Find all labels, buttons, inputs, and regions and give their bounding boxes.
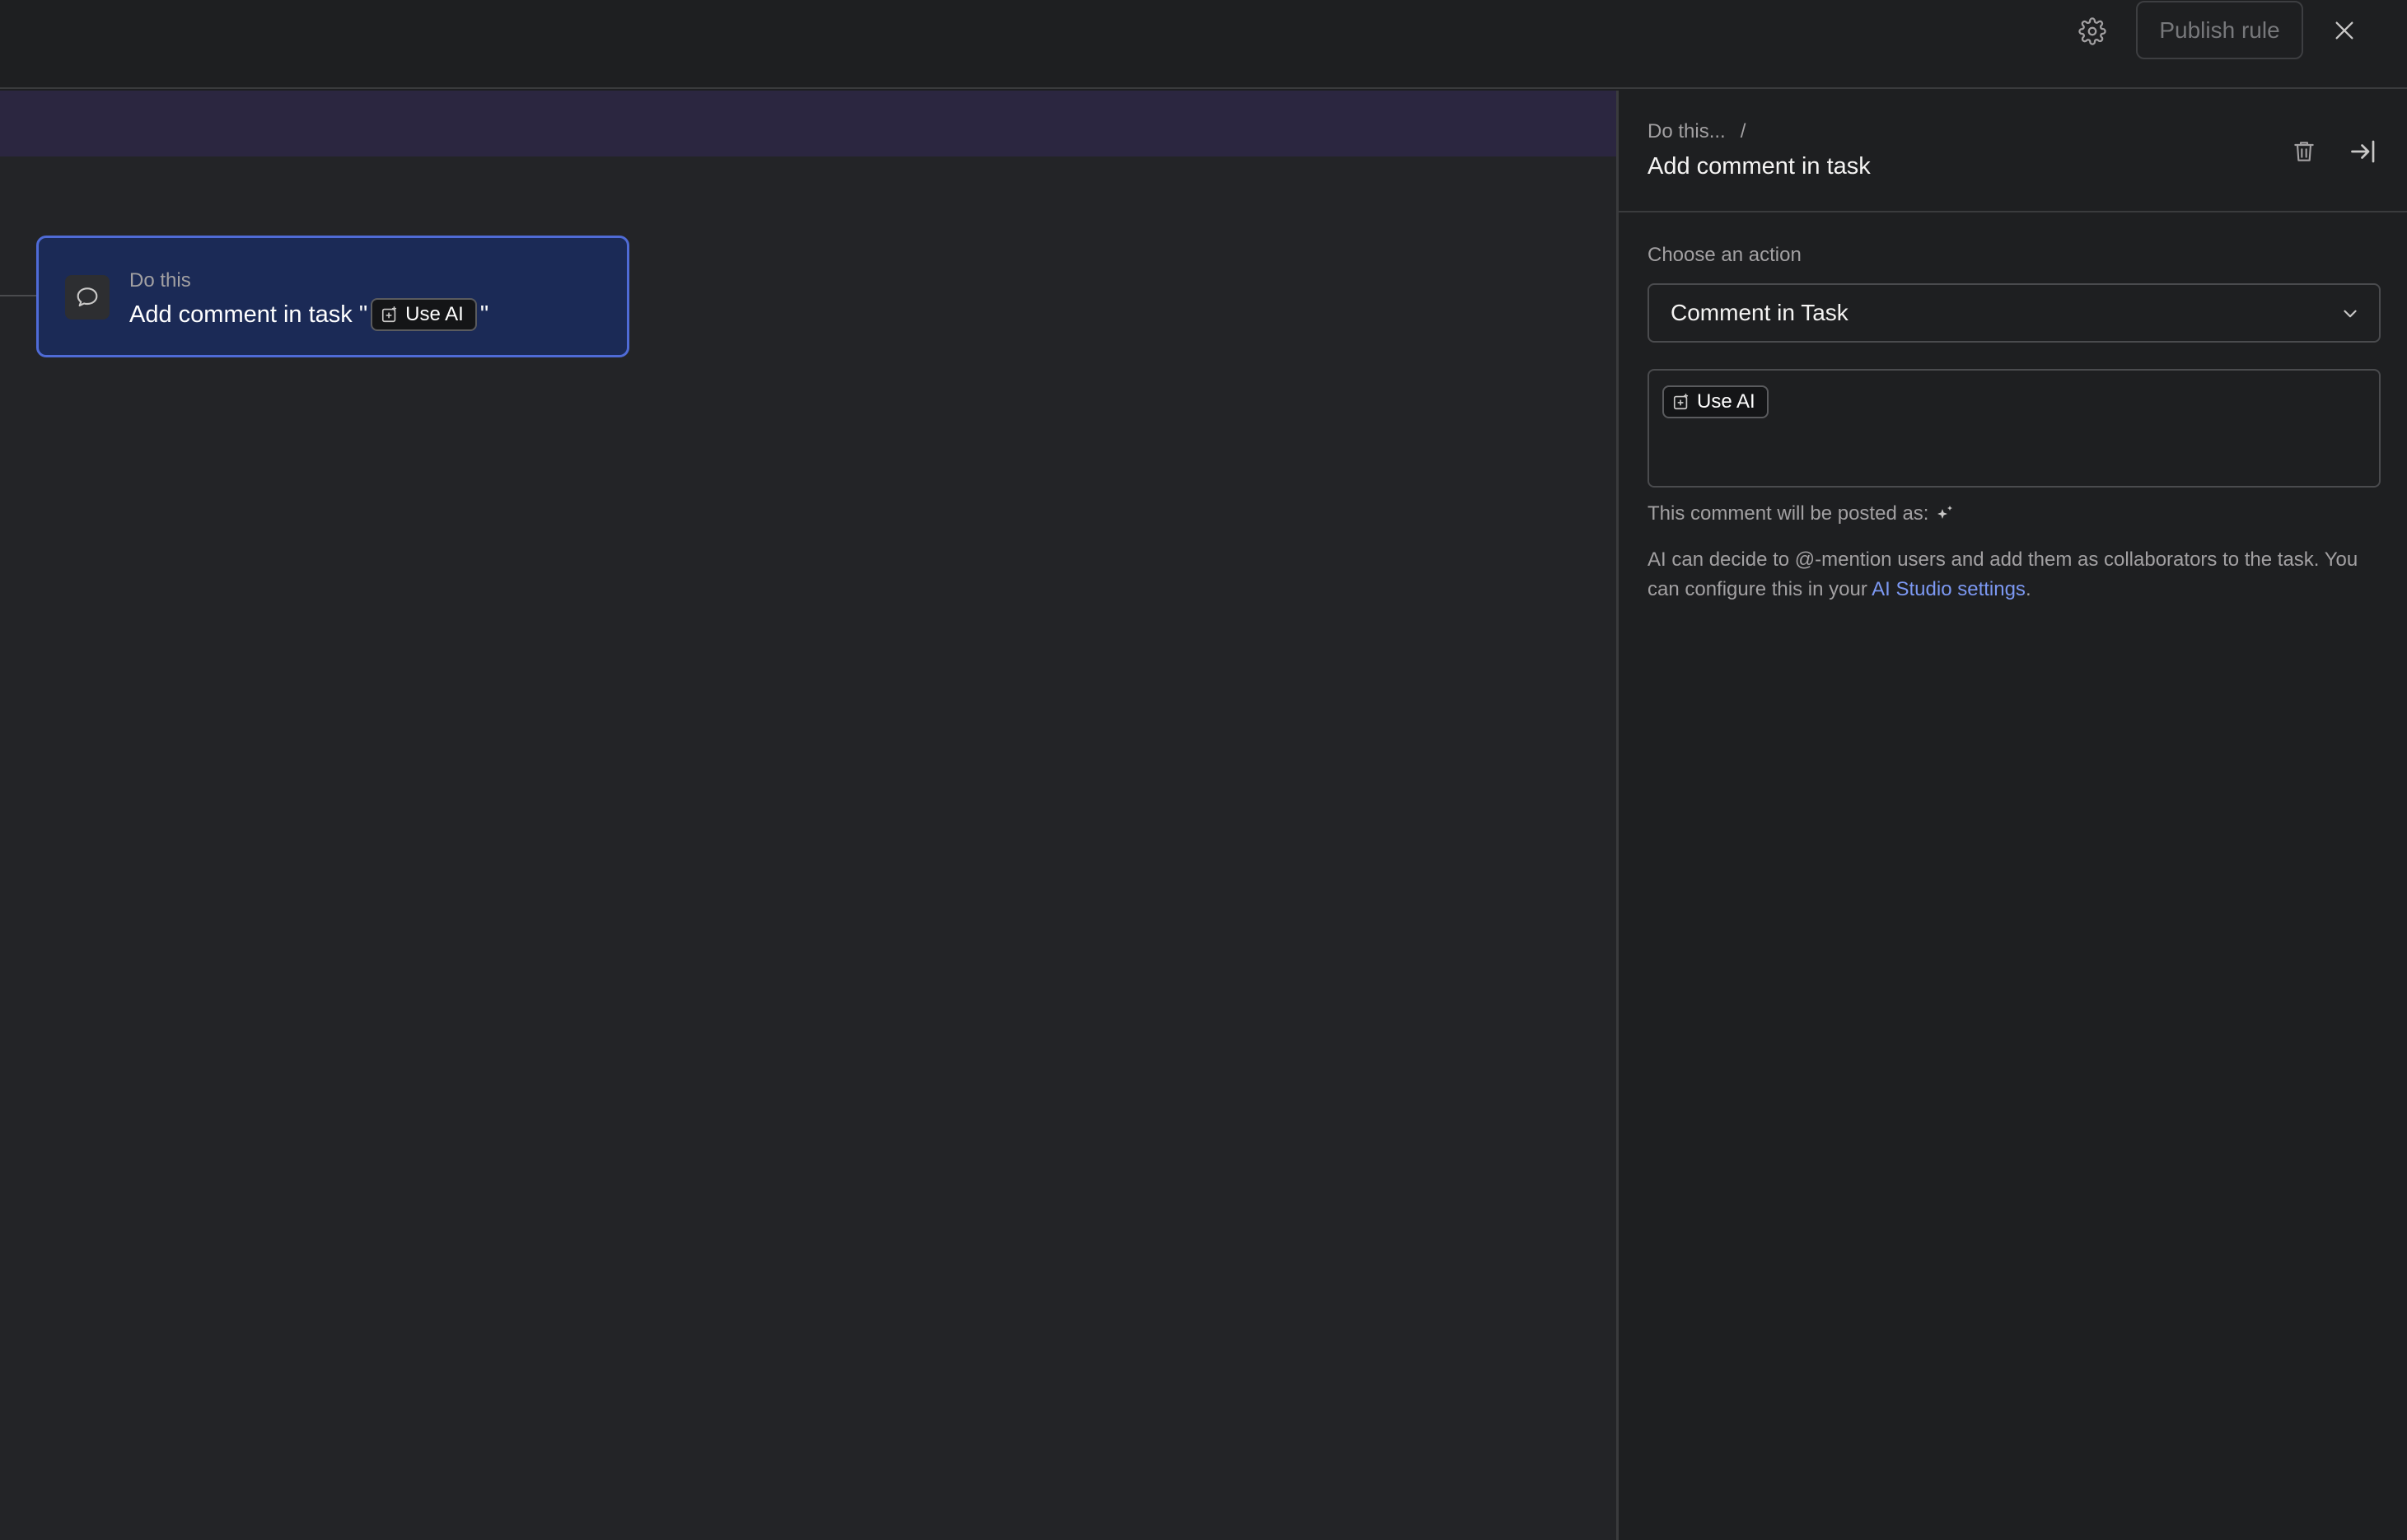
canvas-banner: [0, 91, 1616, 156]
breadcrumb-separator: /: [1740, 120, 1746, 142]
comment-editor[interactable]: Use AI: [1648, 369, 2381, 488]
chevron-down-icon: [2344, 310, 2357, 318]
trash-icon: [2294, 142, 2314, 161]
settings-button[interactable]: [2073, 13, 2112, 49]
panel-header: Do this... / Add comment in task: [1619, 91, 2407, 212]
collapse-panel-button[interactable]: [2344, 132, 2383, 171]
node-kicker: Do this: [129, 269, 191, 292]
ai-note-end: .: [2025, 578, 2031, 600]
gear-icon: [2078, 17, 2106, 45]
rule-editor: Publish rule Do this Add comment in task…: [0, 0, 2407, 1540]
collapse-right-icon: [2351, 140, 2375, 163]
node-title: Add comment in task " Use AI ": [129, 296, 488, 334]
top-bar: Publish rule: [0, 0, 2407, 89]
use-ai-chip: Use AI: [371, 298, 477, 331]
ai-insert-icon: [382, 306, 397, 323]
ai-mention-note: AI can decide to @-mention users and add…: [1648, 545, 2381, 604]
rule-canvas[interactable]: Do this Add comment in task " Use AI ": [0, 91, 1616, 1540]
posted-as-line: This comment will be posted as:: [1648, 502, 1955, 525]
use-ai-chip-label: Use AI: [405, 303, 464, 325]
breadcrumb: Do this... /: [1648, 120, 1746, 143]
action-select-value: Comment in Task: [1671, 300, 1848, 325]
ai-insert-icon: [1673, 394, 1689, 410]
editor-use-ai-chip[interactable]: Use AI: [1662, 385, 1769, 418]
panel-title: Add comment in task: [1648, 153, 1871, 180]
ai-studio-settings-link[interactable]: AI Studio settings: [1872, 578, 2026, 600]
comment-bubble-icon: [77, 287, 98, 307]
close-icon: [2335, 21, 2353, 40]
action-details-panel: Do this... / Add comment in task Choose …: [1616, 91, 2407, 1540]
node-title-prefix: Add comment in task ": [129, 301, 368, 328]
publish-rule-button[interactable]: Publish rule: [2136, 1, 2303, 59]
close-button[interactable]: [2325, 12, 2363, 49]
breadcrumb-parent[interactable]: Do this...: [1648, 120, 1726, 143]
editor-use-ai-chip-label: Use AI: [1697, 390, 1755, 413]
flow-connector: [0, 295, 38, 296]
posted-as-label: This comment will be posted as:: [1648, 502, 1929, 525]
choose-action-label: Choose an action: [1648, 244, 1802, 266]
action-select[interactable]: Comment in Task: [1648, 283, 2381, 343]
sparkle-icon: [1937, 506, 1953, 519]
delete-action-button[interactable]: [2286, 133, 2322, 170]
action-node[interactable]: Do this Add comment in task " Use AI ": [36, 236, 629, 357]
node-title-suffix: ": [479, 301, 489, 328]
node-icon-container: [65, 275, 110, 320]
